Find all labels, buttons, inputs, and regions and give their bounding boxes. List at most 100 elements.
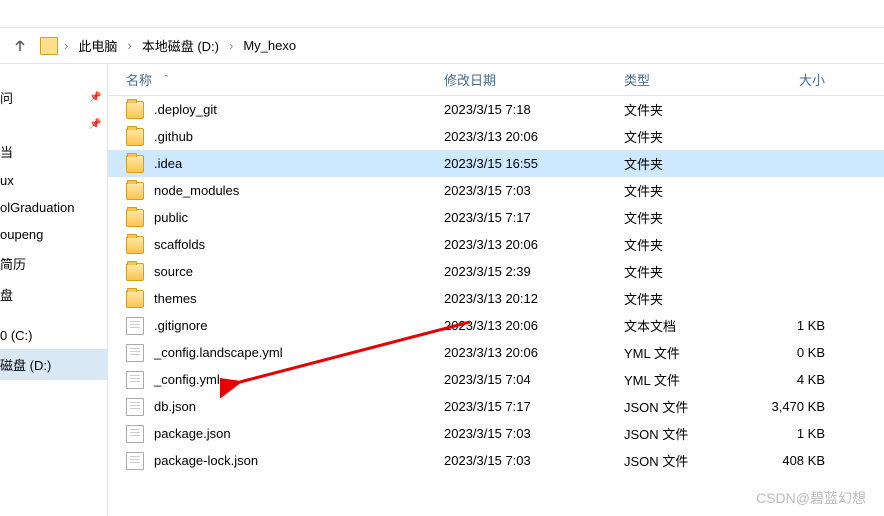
- file-icon: [126, 344, 144, 362]
- sidebar-item[interactable]: 盘: [0, 279, 107, 310]
- breadcrumb[interactable]: › 此电脑 › 本地磁盘 (D:) › My_hexo: [40, 34, 300, 57]
- sidebar-item[interactable]: 简历: [0, 248, 107, 279]
- sidebar-item[interactable]: ux: [0, 167, 107, 194]
- column-header-date[interactable]: 修改日期: [444, 70, 624, 89]
- file-date: 2023/3/15 7:03: [444, 426, 624, 441]
- sidebar-item[interactable]: 当: [0, 136, 107, 167]
- folder-icon: [126, 209, 144, 227]
- sidebar-item-label: 当: [0, 142, 13, 161]
- file-row[interactable]: package.json 2023/3/15 7:03 JSON 文件 1 KB: [108, 420, 884, 447]
- pin-icon: 📌: [89, 92, 103, 103]
- file-row[interactable]: themes 2023/3/13 20:12 文件夹: [108, 285, 884, 312]
- toolbar-top: [0, 0, 884, 28]
- file-icon: [126, 425, 144, 443]
- file-name: .idea: [154, 156, 182, 171]
- sidebar-item[interactable]: 磁盘 (D:): [0, 349, 107, 380]
- sidebar: 问📌📌当uxolGraduationoupeng简历盘0 (C:)磁盘 (D:): [0, 64, 108, 516]
- file-name: .gitignore: [154, 318, 207, 333]
- pin-icon: 📌: [89, 119, 103, 130]
- sidebar-item-label: 简历: [0, 254, 26, 273]
- file-type: 文件夹: [624, 127, 749, 146]
- file-row[interactable]: db.json 2023/3/15 7:17 JSON 文件 3,470 KB: [108, 393, 884, 420]
- folder-icon: [126, 155, 144, 173]
- file-date: 2023/3/15 7:03: [444, 453, 624, 468]
- folder-icon: [126, 128, 144, 146]
- file-row[interactable]: .deploy_git 2023/3/15 7:18 文件夹: [108, 96, 884, 123]
- file-date: 2023/3/13 20:06: [444, 345, 624, 360]
- file-size: 0 KB: [749, 345, 849, 360]
- file-icon: [126, 398, 144, 416]
- file-row[interactable]: .idea 2023/3/15 16:55 文件夹: [108, 150, 884, 177]
- file-name: .github: [154, 129, 193, 144]
- file-name: public: [154, 210, 188, 225]
- file-type: YML 文件: [624, 343, 749, 362]
- file-type: 文件夹: [624, 181, 749, 200]
- column-header-type[interactable]: 类型: [624, 70, 749, 89]
- file-type: 文件夹: [624, 208, 749, 227]
- column-header-size[interactable]: 大小: [749, 70, 849, 89]
- file-date: 2023/3/15 16:55: [444, 156, 624, 171]
- breadcrumb-item[interactable]: 本地磁盘 (D:): [138, 34, 223, 57]
- folder-icon: [126, 182, 144, 200]
- column-header-name[interactable]: 名称 ˆ: [126, 70, 444, 89]
- sort-indicator-icon: ˆ: [164, 72, 168, 87]
- sidebar-item-label: 磁盘 (D:): [0, 355, 51, 374]
- sidebar-item[interactable]: 0 (C:): [0, 322, 107, 349]
- column-label: 名称: [126, 70, 152, 89]
- file-row[interactable]: scaffolds 2023/3/13 20:06 文件夹: [108, 231, 884, 258]
- file-type: 文本文档: [624, 316, 749, 335]
- folder-icon: [126, 236, 144, 254]
- file-row[interactable]: .github 2023/3/13 20:06 文件夹: [108, 123, 884, 150]
- file-row[interactable]: _config.landscape.yml 2023/3/13 20:06 YM…: [108, 339, 884, 366]
- file-icon: [126, 371, 144, 389]
- file-name: _config.yml: [154, 372, 220, 387]
- folder-icon: [126, 263, 144, 281]
- sidebar-item-label: 问: [0, 88, 13, 107]
- file-icon: [126, 452, 144, 470]
- sidebar-item[interactable]: oupeng: [0, 221, 107, 248]
- file-row[interactable]: public 2023/3/15 7:17 文件夹: [108, 204, 884, 231]
- nav-up-button[interactable]: [8, 34, 32, 58]
- file-name: scaffolds: [154, 237, 205, 252]
- sidebar-item-label: oupeng: [0, 227, 43, 242]
- sidebar-item[interactable]: 问📌: [0, 82, 107, 113]
- sidebar-item[interactable]: 📌: [0, 113, 107, 136]
- file-name: db.json: [154, 399, 196, 414]
- file-row[interactable]: _config.yml 2023/3/15 7:04 YML 文件 4 KB: [108, 366, 884, 393]
- folder-icon: [126, 101, 144, 119]
- sidebar-item[interactable]: olGraduation: [0, 194, 107, 221]
- breadcrumb-item[interactable]: 此电脑: [74, 34, 121, 57]
- file-size: 3,470 KB: [749, 399, 849, 414]
- file-date: 2023/3/15 7:18: [444, 102, 624, 117]
- file-type: 文件夹: [624, 262, 749, 281]
- chevron-right-icon: ›: [227, 38, 235, 53]
- sidebar-item[interactable]: [0, 310, 107, 322]
- file-row[interactable]: source 2023/3/15 2:39 文件夹: [108, 258, 884, 285]
- chevron-right-icon: ›: [62, 38, 70, 53]
- file-size: 1 KB: [749, 318, 849, 333]
- file-name: package.json: [154, 426, 231, 441]
- file-size: 1 KB: [749, 426, 849, 441]
- sidebar-item-label: 0 (C:): [0, 328, 33, 343]
- sidebar-item-label: ux: [0, 173, 14, 188]
- file-row[interactable]: .gitignore 2023/3/13 20:06 文本文档 1 KB: [108, 312, 884, 339]
- file-name: .deploy_git: [154, 102, 217, 117]
- file-row[interactable]: package-lock.json 2023/3/15 7:03 JSON 文件…: [108, 447, 884, 474]
- file-date: 2023/3/13 20:06: [444, 237, 624, 252]
- file-date: 2023/3/15 7:04: [444, 372, 624, 387]
- file-name: node_modules: [154, 183, 239, 198]
- sidebar-item-label: olGraduation: [0, 200, 74, 215]
- breadcrumb-item[interactable]: My_hexo: [239, 36, 300, 55]
- file-name: themes: [154, 291, 197, 306]
- file-date: 2023/3/15 7:03: [444, 183, 624, 198]
- file-type: 文件夹: [624, 289, 749, 308]
- file-icon: [126, 317, 144, 335]
- file-name: package-lock.json: [154, 453, 258, 468]
- file-date: 2023/3/15 7:17: [444, 210, 624, 225]
- file-date: 2023/3/13 20:06: [444, 129, 624, 144]
- folder-icon: [40, 37, 58, 55]
- file-type: 文件夹: [624, 100, 749, 119]
- file-date: 2023/3/13 20:12: [444, 291, 624, 306]
- file-row[interactable]: node_modules 2023/3/15 7:03 文件夹: [108, 177, 884, 204]
- file-type: JSON 文件: [624, 424, 749, 443]
